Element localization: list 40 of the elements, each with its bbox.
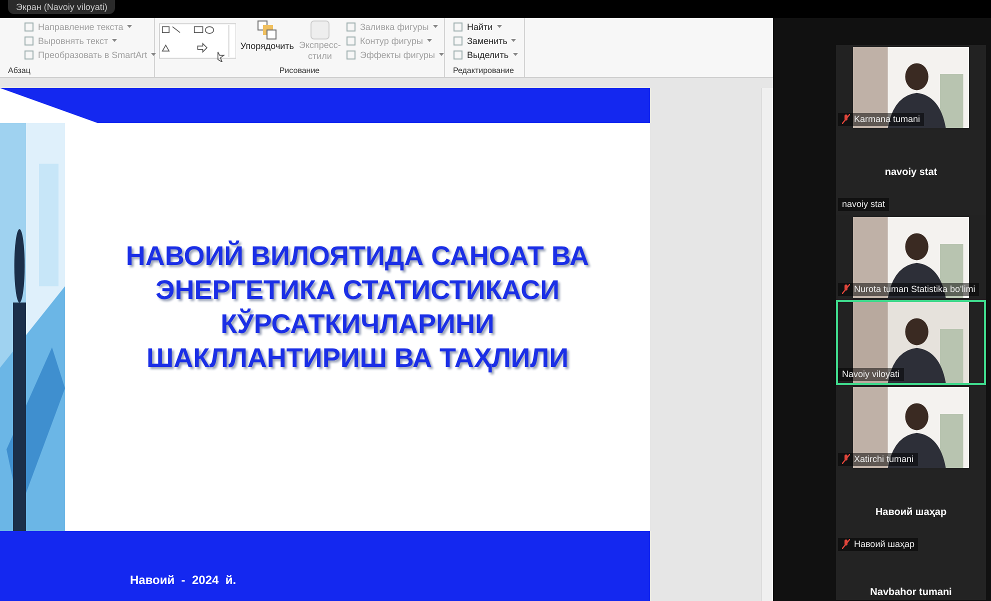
- participant-name: Navoiy viloyati: [842, 368, 900, 381]
- ribbon-button[interactable]: Найти: [453, 20, 524, 34]
- participant-name: navoiy stat: [842, 198, 886, 211]
- muted-mic-icon: [842, 114, 850, 124]
- share-tab[interactable]: Экран (Navoiy viloyati): [8, 0, 116, 14]
- arrange-button[interactable]: Упорядочить: [240, 40, 294, 54]
- caret-icon: [439, 53, 444, 57]
- caret-icon: [112, 39, 118, 43]
- group-label: Редактирование: [453, 65, 515, 77]
- caret-icon: [127, 25, 132, 29]
- slide-title: НАВОИЙ ВИЛОЯТИДА САНОАТ ВА: [126, 240, 590, 273]
- ribbon-button[interactable]: Заменить: [453, 34, 524, 48]
- group-label: Рисование: [278, 65, 321, 77]
- participant-name: Nurota tuman Statistika bo'limi: [854, 282, 976, 296]
- ribbon-item-icon: [346, 36, 356, 46]
- share-title: Экран (Navoiy viloyati): [16, 2, 108, 12]
- slide-footer: Навоий - 2024 й.: [130, 571, 236, 589]
- caret-icon: [151, 53, 156, 57]
- participant-display-name: Навоий шаҳар: [875, 506, 947, 520]
- caret-icon: [426, 39, 432, 43]
- muted-mic-icon: [842, 454, 850, 464]
- caret-icon: [496, 25, 502, 29]
- participant-display-name: navoiy stat: [884, 166, 938, 180]
- participant-name: Karmana tumani: [854, 112, 920, 126]
- muted-mic-icon: [842, 539, 850, 550]
- caret-icon: [512, 53, 518, 57]
- participant-name: Xatirchi tumani: [854, 452, 914, 466]
- ribbon-item-icon: [346, 22, 356, 32]
- caret-icon: [511, 39, 516, 43]
- caret-icon: [432, 25, 438, 29]
- slide-title: КЎРСАТКИЧЛАРИНИ: [220, 308, 494, 341]
- muted-mic-icon: [842, 284, 850, 294]
- participant-display-name: Navbahor tumani: [870, 586, 952, 600]
- ribbon-button[interactable]: Выделить: [453, 48, 524, 62]
- scrollbar[interactable]: [761, 88, 773, 601]
- participant-name: Навоий шаҳар: [854, 538, 914, 551]
- slide-title: ШАКЛЛАНТИРИШ ВА ТАҲЛИЛИ: [146, 342, 569, 375]
- group-label: Абзац: [8, 65, 32, 77]
- slide-title: ЭНЕРГЕТИКА СТАТИСТИКАСИ: [155, 274, 560, 307]
- ribbon-item-icon: [346, 50, 356, 60]
